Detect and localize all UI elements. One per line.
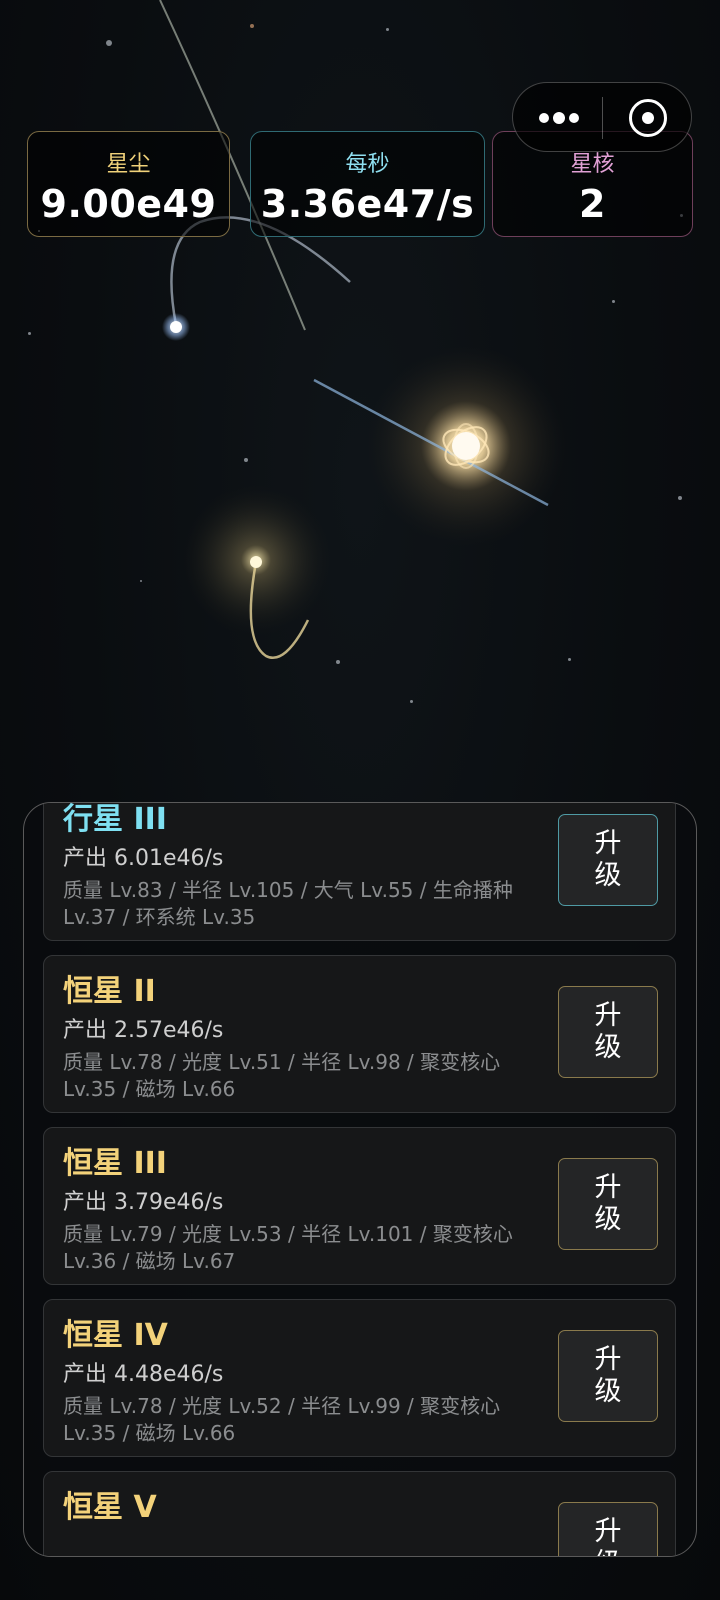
stardust-stat: 星尘 9.00e49: [27, 131, 230, 237]
stardust-value: 9.00e49: [40, 182, 217, 226]
card-output: 产出 2.57e46/s: [63, 1018, 224, 1043]
stardust-label: 星尘: [106, 152, 151, 177]
upgrade-button[interactable]: 升级: [558, 1158, 658, 1250]
card-title: 恒星 II: [63, 974, 156, 1009]
upgrade-button[interactable]: 升级: [558, 814, 658, 906]
card-title: 行星 III: [63, 802, 167, 837]
upgrade-card-planet-3: 行星 III 产出 6.01e46/s 质量 Lv.83 / 半径 Lv.105…: [43, 802, 676, 941]
target-circle-icon[interactable]: [629, 99, 667, 137]
per-second-label: 每秒: [345, 152, 390, 177]
capsule-divider: [602, 97, 603, 139]
per-second-stat: 每秒 3.36e47/s: [250, 131, 485, 237]
per-second-value: 3.36e47/s: [260, 182, 475, 226]
card-attributes: 质量 Lv.78 / 光度 Lv.51 / 半径 Lv.98 / 聚变核心 Lv…: [63, 1050, 501, 1101]
more-dots-icon[interactable]: [539, 109, 599, 127]
card-attributes: 质量 Lv.83 / 半径 Lv.105 / 大气 Lv.55 / 生命播种 L…: [63, 878, 513, 929]
card-title: 恒星 V: [63, 1490, 157, 1525]
card-attributes: 质量 Lv.79 / 光度 Lv.53 / 半径 Lv.101 / 聚变核心 L…: [63, 1222, 513, 1273]
upgrade-card-star-2: 恒星 II 产出 2.57e46/s 质量 Lv.78 / 光度 Lv.51 /…: [43, 955, 676, 1113]
upgrade-panel[interactable]: 行星 III 产出 6.01e46/s 质量 Lv.83 / 半径 Lv.105…: [23, 802, 697, 1557]
upgrade-card-star-3: 恒星 III 产出 3.79e46/s 质量 Lv.79 / 光度 Lv.53 …: [43, 1127, 676, 1285]
upgrade-button[interactable]: 升级: [558, 1502, 658, 1556]
card-output: 产出 3.79e46/s: [63, 1190, 224, 1215]
card-output: 产出 4.48e46/s: [63, 1362, 224, 1387]
upgrade-button[interactable]: 升级: [558, 1330, 658, 1422]
card-attributes: 质量 Lv.78 / 光度 Lv.52 / 半径 Lv.99 / 聚变核心 Lv…: [63, 1394, 501, 1445]
upgrade-card-star-5: 恒星 V 升级: [43, 1471, 676, 1556]
star-core-value: 2: [579, 182, 606, 226]
miniprogram-capsule: [512, 82, 692, 152]
card-title: 恒星 IV: [63, 1318, 168, 1353]
card-output: 产出 6.01e46/s: [63, 846, 224, 871]
upgrade-card-star-4: 恒星 IV 产出 4.48e46/s 质量 Lv.78 / 光度 Lv.52 /…: [43, 1299, 676, 1457]
card-title: 恒星 III: [63, 1146, 167, 1181]
upgrade-button[interactable]: 升级: [558, 986, 658, 1078]
